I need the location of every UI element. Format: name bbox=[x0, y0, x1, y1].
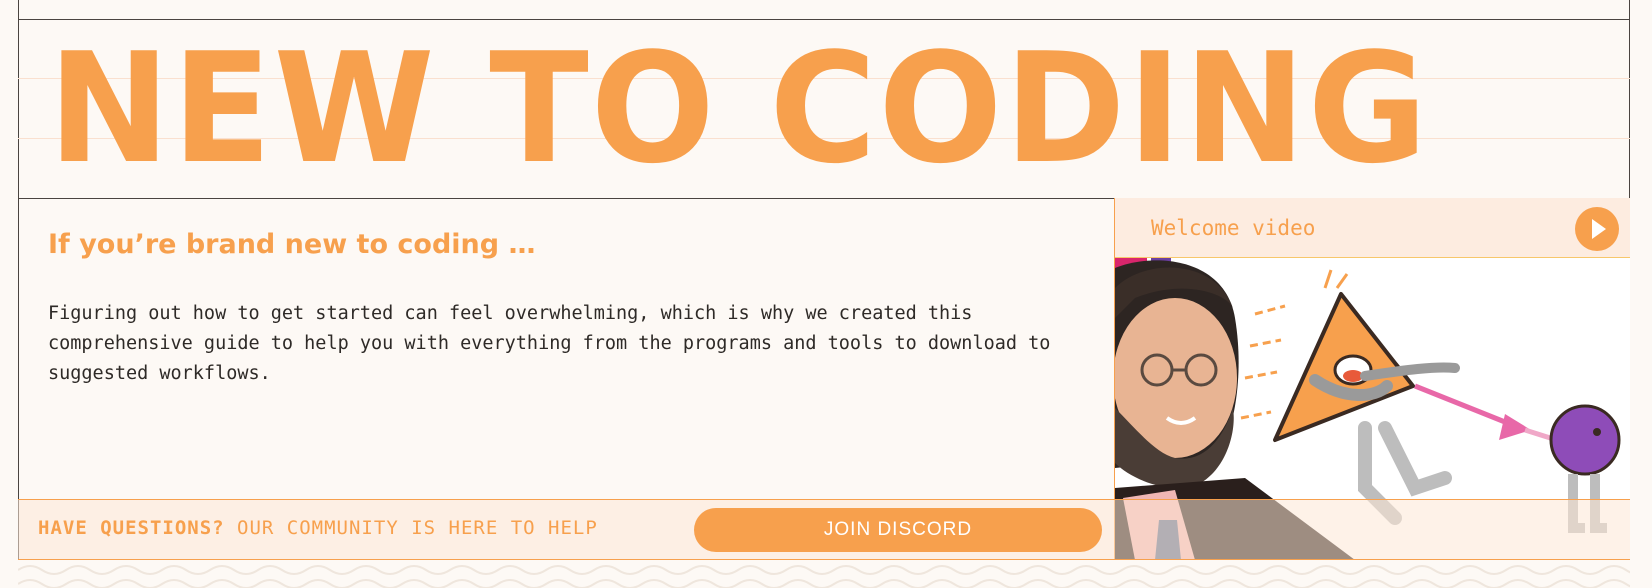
cta-text: HAVE QUESTIONS? OUR COMMUNITY IS HERE TO… bbox=[38, 517, 598, 539]
community-cta-bar: HAVE QUESTIONS? OUR COMMUNITY IS HERE TO… bbox=[18, 499, 1630, 560]
page-title: NEW TO CODING bbox=[48, 20, 1430, 197]
cta-tagline: OUR COMMUNITY IS HERE TO HELP bbox=[237, 517, 598, 539]
hero-section: NEW TO CODING bbox=[18, 20, 1630, 198]
video-label: Welcome video bbox=[1151, 216, 1316, 240]
play-button[interactable] bbox=[1575, 207, 1619, 251]
video-header: Welcome video bbox=[1115, 198, 1630, 258]
intro-section: If you’re brand new to coding … Figuring… bbox=[18, 199, 1114, 499]
play-icon bbox=[1592, 219, 1606, 239]
join-discord-button[interactable]: JOIN DISCORD bbox=[694, 508, 1102, 552]
intro-heading: If you’re brand new to coding … bbox=[48, 229, 536, 260]
cta-question: HAVE QUESTIONS? bbox=[38, 517, 225, 539]
intro-paragraph: Figuring out how to get started can feel… bbox=[48, 303, 1051, 384]
decorative-wave-pattern bbox=[18, 560, 1630, 588]
